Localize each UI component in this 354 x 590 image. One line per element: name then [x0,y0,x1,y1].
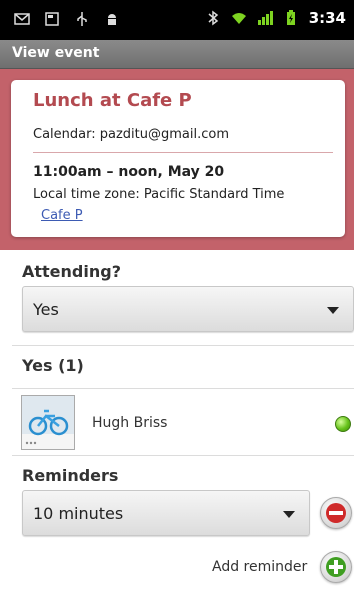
add-reminder-button[interactable] [320,551,352,583]
wifi-icon [231,13,246,24]
guests-header: Yes (1) [22,356,84,375]
window-icon [45,12,59,26]
presence-status-icon [335,416,351,432]
chevron-down-icon [283,511,295,518]
guest-row[interactable]: Hugh Briss [0,392,354,454]
usb-icon [77,12,87,26]
remove-reminder-button[interactable] [320,497,352,529]
divider [12,345,354,346]
minus-icon [326,503,346,523]
event-location-link[interactable]: Cafe P [41,208,83,223]
clock: 3:34 [308,9,346,27]
event-calendar: Calendar: pazditu@gmail.com [33,127,229,142]
attending-label: Attending? [22,262,121,281]
reminder-value: 10 minutes [33,504,124,523]
guest-name: Hugh Briss [92,415,168,431]
add-reminder-label: Add reminder [212,559,308,575]
divider [12,455,354,456]
event-card: Lunch at Cafe P Calendar: pazditu@gmail.… [11,80,345,237]
title-bar: View event [0,40,354,69]
reminders-label: Reminders [22,466,119,485]
event-title: Lunch at Cafe P [33,90,192,111]
plus-icon [326,557,346,577]
event-time: 11:00am – noon, May 20 [33,164,225,180]
bluetooth-icon [208,10,218,26]
avatar [21,395,75,450]
card-divider [33,152,333,153]
android-icon [108,14,116,25]
status-bar: 3:34 [0,0,354,40]
attending-dropdown[interactable]: Yes [22,286,354,332]
reminder-dropdown[interactable]: 10 minutes [22,490,310,536]
bicycle-photo-icon [22,396,74,449]
chevron-down-icon [327,307,339,314]
event-timezone: Local time zone: Pacific Standard Time [33,187,285,202]
divider [12,388,354,389]
page-title: View event [12,45,100,61]
signal-icon [257,11,273,25]
battery-icon [286,10,295,25]
mail-icon [14,13,30,25]
attending-value: Yes [33,300,59,319]
